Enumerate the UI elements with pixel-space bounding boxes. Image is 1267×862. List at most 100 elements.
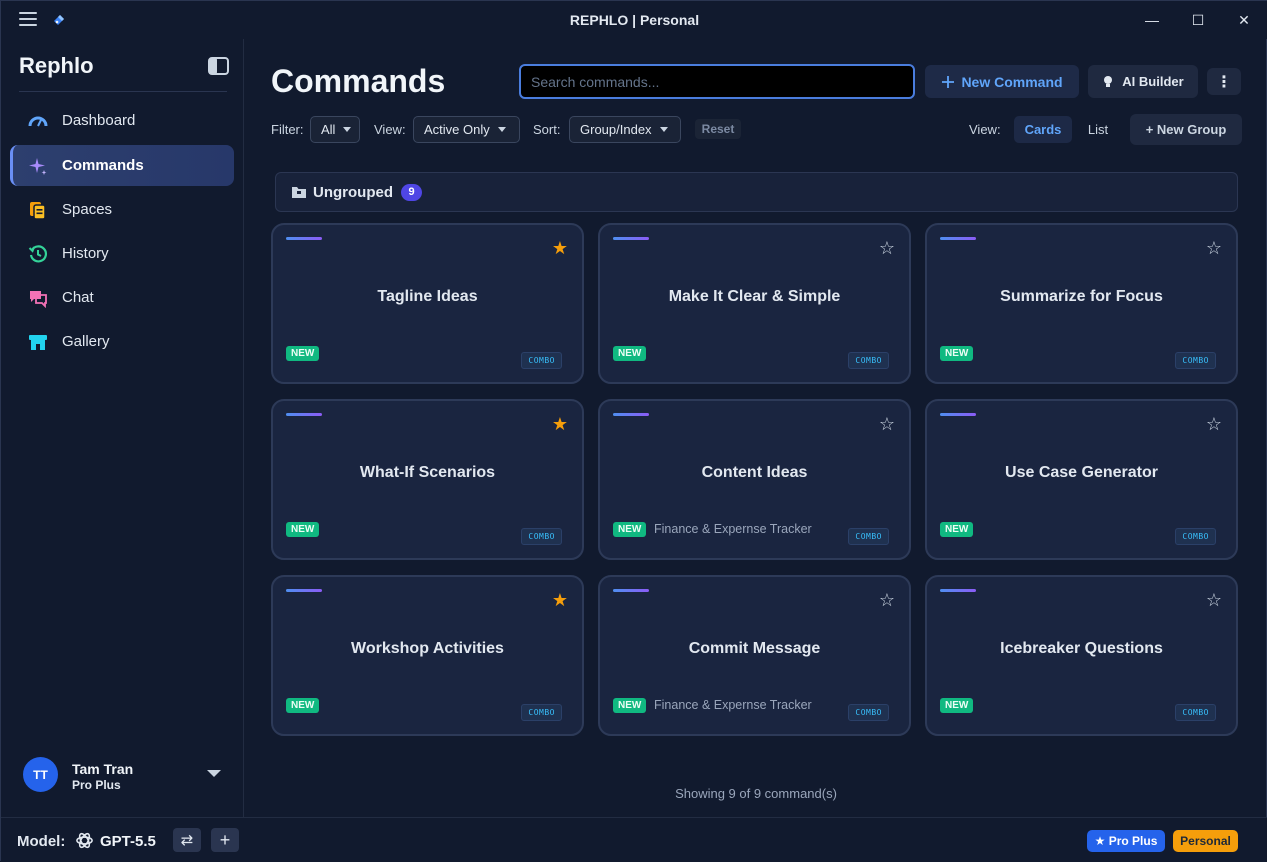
card-accent [940, 413, 976, 416]
command-card[interactable]: ☆ Make It Clear & Simple NEW COMBO [598, 223, 911, 384]
new-command-button[interactable]: New Command [925, 65, 1079, 98]
user-name: Tam Tran [72, 761, 134, 777]
new-badge: NEW [940, 698, 974, 713]
star-icon[interactable]: ★ [552, 239, 568, 257]
view-filter-value: Active Only [424, 122, 490, 137]
command-card[interactable]: ☆ Summarize for Focus NEW COMBO [925, 223, 1238, 384]
model-label: Model: [17, 833, 66, 850]
result-count: Showing 9 of 9 command(s) [675, 786, 837, 801]
star-outline-icon[interactable]: ☆ [879, 415, 895, 433]
new-badge: NEW [940, 522, 974, 537]
card-accent [613, 413, 649, 416]
command-card[interactable]: ★ What-If Scenarios NEW COMBO [271, 399, 584, 560]
group-header-ungrouped[interactable]: Ungrouped 9 [275, 172, 1238, 212]
sort-dropdown[interactable]: Group/Index [569, 116, 681, 143]
combo-badge: COMBO [521, 528, 562, 545]
avatar: TT [23, 757, 58, 792]
sidebar-toggle-icon[interactable] [208, 57, 229, 75]
new-badge: NEW [286, 346, 320, 361]
filter-dropdown[interactable]: All [310, 116, 360, 143]
new-badge: NEW [613, 698, 647, 713]
sidebar-item-commands[interactable]: Commands [10, 145, 234, 186]
sidebar-divider [19, 91, 227, 92]
sidebar-item-gallery[interactable]: Gallery [10, 321, 234, 362]
new-group-button[interactable]: + New Group [1130, 114, 1242, 145]
new-badge: NEW [613, 522, 647, 537]
star-outline-icon[interactable]: ☆ [1206, 239, 1222, 257]
sidebar-item-label: Dashboard [62, 112, 136, 129]
sidebar-item-label: Commands [62, 157, 144, 174]
ai-builder-button[interactable]: AI Builder [1088, 65, 1198, 98]
add-model-icon[interactable]: + [211, 828, 239, 852]
model-name[interactable]: GPT-5.5 [100, 833, 156, 850]
more-options-icon[interactable]: ⋮ [1207, 68, 1241, 95]
command-card[interactable]: ☆ Commit Message NEW Finance & Expernse … [598, 575, 911, 736]
new-badge: NEW [286, 698, 320, 713]
star-outline-icon[interactable]: ☆ [1206, 591, 1222, 609]
openai-logo-icon [76, 832, 93, 849]
swap-model-icon[interactable]: ⇄ [173, 828, 201, 852]
chat-icon [30, 290, 47, 308]
command-card[interactable]: ☆ Content Ideas NEW Finance & Expernse T… [598, 399, 911, 560]
card-title: Icebreaker Questions [1000, 640, 1163, 657]
command-card[interactable]: ★ Workshop Activities NEW COMBO [271, 575, 584, 736]
folder-icon [292, 187, 306, 198]
card-accent [286, 413, 322, 416]
sidebar-item-label: Chat [62, 289, 94, 306]
window-title: REPHLO | Personal [569, 12, 700, 28]
maximize-button[interactable]: ☐ [1175, 5, 1221, 35]
minimize-button[interactable]: — [1129, 5, 1175, 35]
chevron-down-icon [659, 127, 668, 132]
combo-badge: COMBO [1175, 528, 1216, 545]
new-badge: NEW [286, 522, 320, 537]
view-filter-dropdown[interactable]: Active Only [413, 116, 520, 143]
sidebar-item-dashboard[interactable]: Dashboard [10, 100, 234, 141]
chevron-down-icon[interactable] [207, 770, 221, 777]
list-view-button[interactable]: List [1079, 116, 1117, 143]
star-icon[interactable]: ★ [552, 591, 568, 609]
sparkles-icon [29, 157, 47, 175]
plus-icon [942, 75, 955, 88]
history-icon [28, 244, 48, 262]
card-accent [613, 237, 649, 240]
lightbulb-icon [1104, 75, 1113, 87]
combo-badge: COMBO [521, 352, 562, 369]
command-card[interactable]: ★ Tagline Ideas NEW COMBO [271, 223, 584, 384]
star-icon[interactable]: ★ [552, 415, 568, 433]
view-filter-label: View: [374, 122, 406, 137]
close-button[interactable]: ✕ [1221, 5, 1267, 35]
star-outline-icon[interactable]: ☆ [1206, 415, 1222, 433]
card-accent [286, 589, 322, 592]
app-window: REPHLO | Personal — ☐ ✕ Rephlo Dashboard… [0, 0, 1267, 862]
store-icon [29, 334, 47, 350]
command-card[interactable]: ☆ Use Case Generator NEW COMBO [925, 399, 1238, 560]
reset-button[interactable]: Reset [695, 119, 741, 139]
sidebar-item-chat[interactable]: Chat [10, 277, 234, 318]
star-outline-icon[interactable]: ☆ [879, 591, 895, 609]
user-menu[interactable]: TT Tam Tran Pro Plus [23, 757, 223, 793]
sidebar: Rephlo Dashboard Commands Spaces History… [1, 39, 244, 817]
cards-view-button[interactable]: Cards [1014, 116, 1072, 143]
card-accent [940, 589, 976, 592]
combo-badge: COMBO [1175, 704, 1216, 721]
card-accent [940, 237, 976, 240]
space-name: Finance & Expernse Tracker [654, 698, 812, 712]
combo-badge: COMBO [848, 352, 889, 369]
sidebar-item-label: Spaces [62, 201, 113, 218]
card-title: Workshop Activities [351, 640, 504, 657]
card-accent [286, 237, 322, 240]
star-outline-icon[interactable]: ☆ [879, 239, 895, 257]
card-accent [613, 589, 649, 592]
documents-icon [30, 201, 46, 220]
sidebar-item-history[interactable]: History [10, 233, 234, 274]
new-badge: NEW [940, 346, 974, 361]
card-title: Tagline Ideas [377, 288, 478, 305]
user-plan: Pro Plus [72, 778, 121, 792]
command-card[interactable]: ☆ Icebreaker Questions NEW COMBO [925, 575, 1238, 736]
group-count-badge: 9 [401, 183, 422, 201]
search-input[interactable] [519, 64, 915, 99]
new-badge: NEW [613, 346, 647, 361]
sidebar-item-spaces[interactable]: Spaces [10, 189, 234, 230]
page-title: Commands [271, 63, 446, 99]
combo-badge: COMBO [1175, 352, 1216, 369]
